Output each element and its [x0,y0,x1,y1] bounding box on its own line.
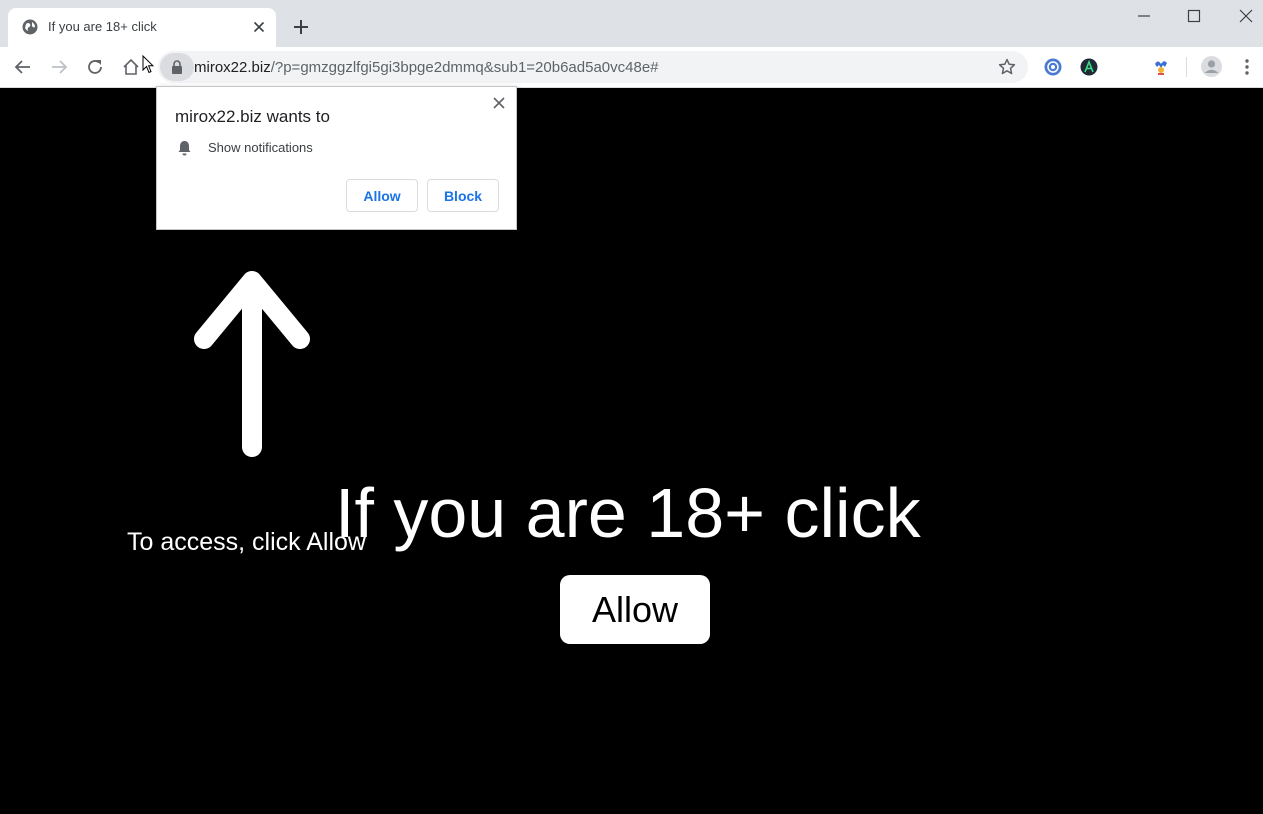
address-bar[interactable]: mirox22.biz/?p=gmzggzlfgi5gi3bpge2dmmq&s… [158,51,1028,83]
browser-toolbar: mirox22.biz/?p=gmzggzlfgi5gi3bpge2dmmq&s… [0,47,1263,88]
popup-close-icon[interactable] [492,96,506,110]
up-arrow-icon [194,271,310,457]
dark-a-extension-icon[interactable] [1080,58,1098,76]
window-close-icon[interactable] [1238,8,1254,24]
profile-avatar-icon[interactable] [1201,56,1222,77]
popup-allow-button[interactable]: Allow [346,179,418,212]
minimize-icon[interactable] [1136,8,1152,24]
bookmark-star-icon[interactable] [998,58,1016,76]
url-text[interactable]: mirox22.biz/?p=gmzggzlfgi5gi3bpge2dmmq&s… [194,59,659,76]
globe-icon [22,19,38,35]
bell-icon [178,141,191,156]
home-icon[interactable] [122,58,140,76]
lock-icon [172,60,182,74]
access-instruction: To access, click Allow [127,528,366,556]
site-info-button[interactable] [160,53,194,81]
forward-arrow-icon[interactable] [50,58,68,76]
browser-tab[interactable]: If you are 18+ click [8,8,276,47]
permission-title: mirox22.biz wants to [175,107,330,126]
new-tab-icon[interactable] [292,18,310,36]
reload-icon[interactable] [86,58,104,76]
page-allow-button[interactable]: Allow [560,575,710,644]
close-icon[interactable] [251,19,267,35]
back-arrow-icon[interactable] [14,58,32,76]
url-path: /?p=gmzggzlfgi5gi3bpge2dmmq&sub1=20b6ad5… [270,59,659,76]
blue-circle-extension-icon[interactable] [1044,58,1062,76]
url-domain: mirox22.biz [194,59,271,76]
mouse-cursor-icon [142,55,154,74]
tab-strip: If you are 18+ click [0,0,1263,47]
headline: If you are 18+ click [335,474,921,552]
kebab-menu-icon[interactable] [1238,58,1256,76]
jester-extension-icon[interactable] [1152,58,1170,76]
permission-item-text: Show notifications [208,140,313,155]
notification-permission-popup: mirox22.biz wants to Show notifications … [156,86,517,230]
tab-title: If you are 18+ click [48,19,157,34]
maximize-icon[interactable] [1186,8,1202,24]
toolbar-divider [1186,57,1187,77]
popup-block-button[interactable]: Block [427,179,499,212]
